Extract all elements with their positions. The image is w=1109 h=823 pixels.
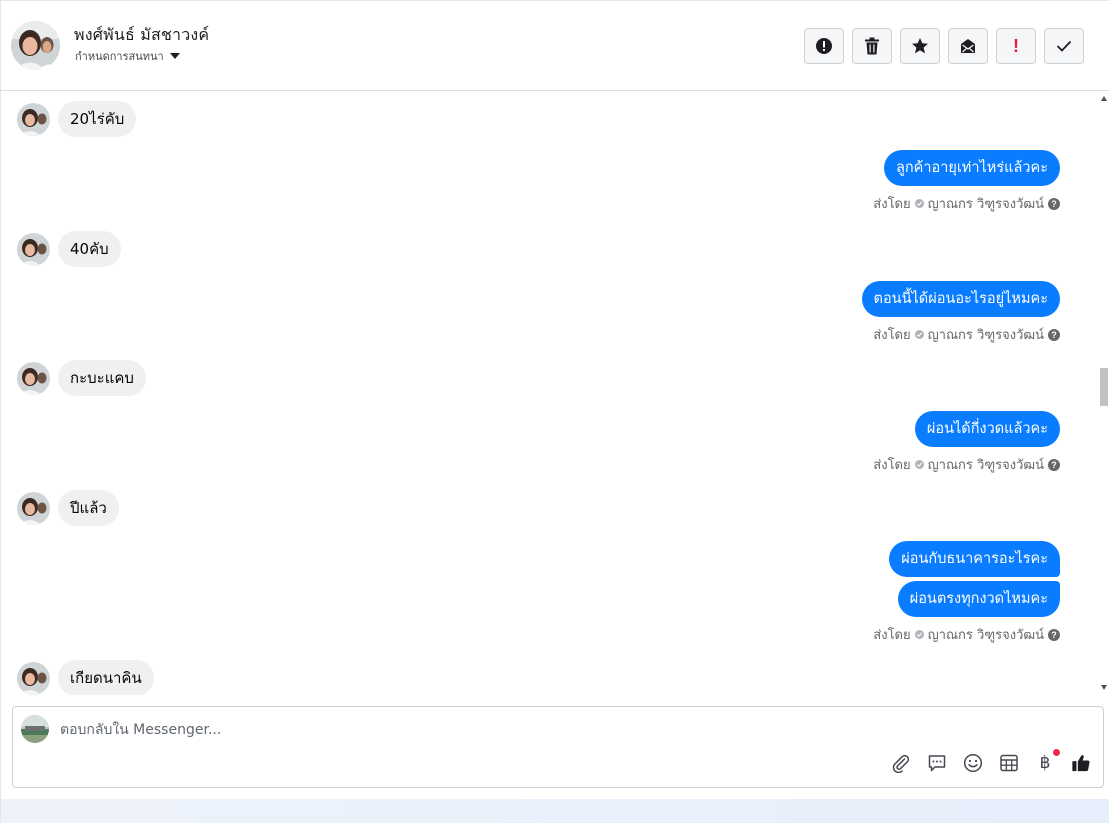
caret-down-icon (169, 53, 180, 59)
sent-by-label: ส่งโดย (873, 328, 911, 343)
sender-name[interactable]: ญาณกร วิฑูรจงวัฒน์ (928, 324, 1044, 345)
paperclip-icon (892, 754, 910, 773)
envelope-icon (961, 39, 975, 53)
incoming-bubble[interactable]: 40คับ (58, 231, 121, 267)
notification-dot (1053, 749, 1060, 756)
outgoing-message-group: ลูกค้าอายุเท่าไหร่แล้วคะ ส่งโดย ญาณกร วิ… (873, 150, 1060, 214)
sent-by-label: ส่งโดย (873, 458, 911, 473)
like-button[interactable] (1071, 753, 1091, 773)
sender-avatar (17, 661, 50, 695)
outgoing-bubble[interactable]: ลูกค้าอายุเท่าไหร่แล้วคะ (883, 150, 1060, 186)
exclamation-icon: ! (1013, 36, 1019, 56)
conversation-header: พงศ์พันธ์ มัสชาวงค์ กำหนดการสนทนา ! (1, 1, 1109, 91)
incoming-message: 20ไร่คับ (17, 101, 137, 137)
contact-name[interactable]: พงศ์พันธ์ มัสชาวงค์ (74, 23, 209, 48)
delete-button[interactable] (852, 28, 892, 64)
mark-unread-button[interactable] (948, 28, 988, 64)
outgoing-message-group: ผ่อนได้กี่งวดแล้วคะ ส่งโดย ญาณกร วิฑูรจง… (873, 411, 1060, 475)
sender-name[interactable]: ญาณกร วิฑูรจงวัฒน์ (928, 193, 1044, 214)
sent-by-info: ส่งโดย ญาณกร วิฑูรจงวัฒน์ ? (873, 624, 1060, 645)
composer-tools: ฿ (891, 749, 1091, 773)
check-icon (1056, 40, 1072, 52)
reply-composer: ฿ (12, 706, 1104, 788)
scrollbar-thumb[interactable] (1100, 368, 1108, 406)
mark-done-button[interactable] (1044, 28, 1084, 64)
verified-icon (914, 330, 924, 339)
incoming-message: 40คับ (17, 231, 121, 267)
sent-by-info: ส่งโดย ญาณกร วิฑูรจงวัฒน์ ? (873, 454, 1060, 475)
incoming-bubble[interactable]: ปีแล้ว (58, 490, 119, 526)
star-icon (912, 38, 928, 54)
attach-button[interactable] (891, 753, 911, 773)
sender-avatar (17, 232, 50, 266)
sender-name[interactable]: ญาณกร วิฑูรจงวัฒน์ (928, 454, 1044, 475)
help-icon[interactable]: ? (1048, 458, 1060, 471)
baht-payment-icon: ฿ (1039, 752, 1051, 773)
appointment-icon (1000, 754, 1018, 772)
outgoing-bubble[interactable]: ผ่อนกับธนาคารอะไรคะ (889, 541, 1060, 577)
page-avatar (21, 715, 49, 743)
incoming-message: กะบะแคบ (17, 360, 146, 396)
verified-icon (914, 460, 924, 469)
inbox-conversation-panel: พงศ์พันธ์ มัสชาวงค์ กำหนดการสนทนา ! 20ไร… (0, 0, 1109, 823)
contact-avatar[interactable] (11, 21, 60, 70)
incoming-message: ปีแล้ว (17, 490, 119, 526)
incoming-bubble[interactable]: 20ไร่คับ (58, 101, 137, 137)
verified-icon (914, 630, 924, 639)
header-actions: ! (804, 28, 1084, 64)
sent-by-label: ส่งโดย (873, 628, 911, 643)
star-button[interactable] (900, 28, 940, 64)
emoji-icon (963, 753, 983, 773)
sent-by-info: ส่งโดย ญาณกร วิฑูรจงวัฒน์ ? (873, 324, 1060, 345)
help-icon[interactable]: ? (1048, 628, 1060, 641)
sent-by-info: ส่งโดย ญาณกร วิฑูรจงวัฒน์ ? (873, 193, 1060, 214)
incoming-message: เกียดนาคิน (17, 660, 154, 695)
saved-reply-icon (928, 755, 946, 772)
sender-avatar (17, 102, 50, 136)
thumbs-up-icon (1072, 755, 1090, 772)
outgoing-bubble[interactable]: ตอนนี้ได้ผ่อนอะไรอยู่ไหมคะ (861, 281, 1060, 317)
alert-circle-icon (816, 38, 832, 54)
saved-reply-button[interactable] (927, 753, 947, 773)
message-thread[interactable]: 20ไร่คับ ลูกค้าอายุเท่าไหร่แล้วคะ ส่งโดย… (1, 91, 1100, 695)
sender-avatar (17, 361, 50, 395)
outgoing-message-group: ผ่อนกับธนาคารอะไรคะ ผ่อนตรงทุกงวดไหมคะ ส… (873, 541, 1060, 645)
conversation-status-label: กำหนดการสนทนา (75, 50, 164, 63)
emoji-button[interactable] (963, 753, 983, 773)
help-icon[interactable]: ? (1048, 197, 1060, 210)
conversation-status-dropdown[interactable]: กำหนดการสนทนา (75, 47, 180, 65)
reply-input[interactable] (60, 719, 860, 741)
mark-spam-button[interactable] (804, 28, 844, 64)
sent-by-label: ส่งโดย (873, 197, 911, 212)
incoming-bubble[interactable]: กะบะแคบ (58, 360, 146, 396)
thread-scrollbar[interactable] (1099, 91, 1109, 695)
payment-button[interactable]: ฿ (1035, 749, 1060, 773)
scroll-up-arrow-icon[interactable] (1101, 96, 1107, 101)
appointment-button[interactable] (999, 753, 1019, 773)
bottom-background-strip (1, 799, 1109, 823)
outgoing-bubble[interactable]: ผ่อนได้กี่งวดแล้วคะ (914, 411, 1060, 447)
incoming-bubble[interactable]: เกียดนาคิน (58, 660, 154, 695)
scroll-down-arrow-icon[interactable] (1101, 685, 1107, 690)
outgoing-message-group: ตอนนี้ได้ผ่อนอะไรอยู่ไหมคะ ส่งโดย ญาณกร … (861, 281, 1060, 345)
verified-icon (914, 199, 924, 208)
help-icon[interactable]: ? (1048, 328, 1060, 341)
sender-avatar (17, 491, 50, 525)
trash-icon (865, 37, 879, 55)
follow-up-button[interactable]: ! (996, 28, 1036, 64)
sender-name[interactable]: ญาณกร วิฑูรจงวัฒน์ (928, 624, 1044, 645)
outgoing-bubble[interactable]: ผ่อนตรงทุกงวดไหมคะ (897, 581, 1060, 617)
